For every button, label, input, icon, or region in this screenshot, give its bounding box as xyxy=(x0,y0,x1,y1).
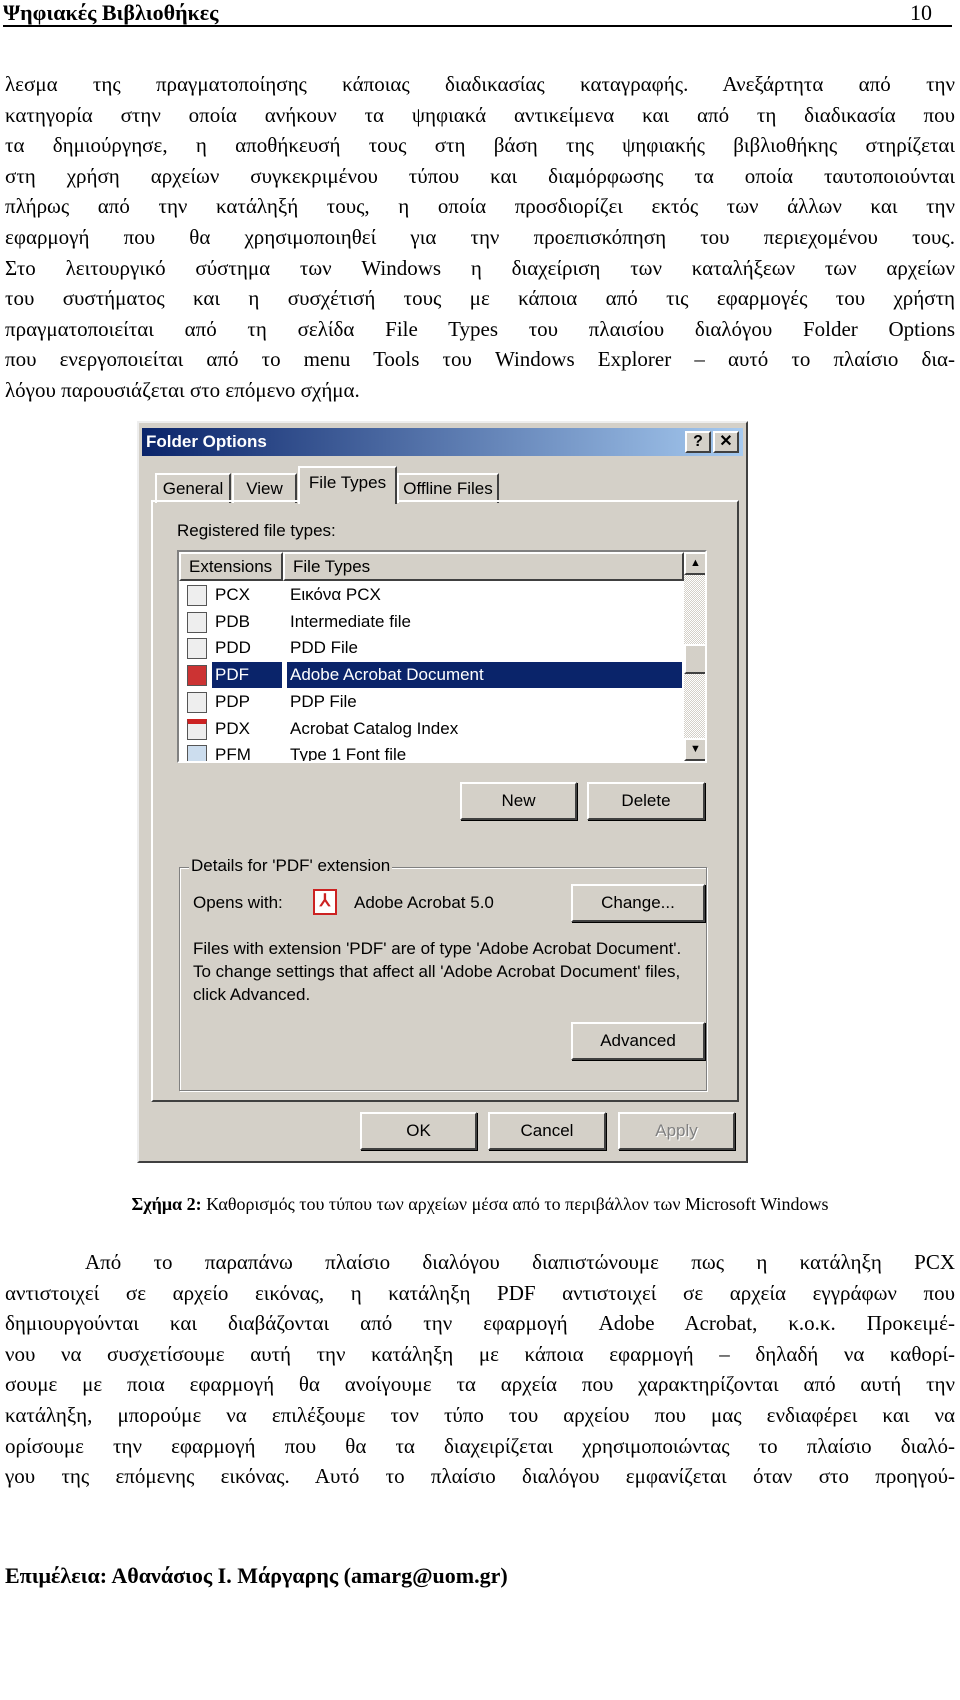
column-header-extensions[interactable]: Extensions xyxy=(179,552,283,581)
opens-with-app: Adobe Acrobat 5.0 xyxy=(354,893,494,912)
text-line: τα δημιούργησε, η αποθήκευσή τους στη βά… xyxy=(5,133,955,158)
text-line: Στο λειτουργικό σύστημα των Windows η δι… xyxy=(5,255,955,280)
extension: PDF xyxy=(212,662,282,688)
ok-button[interactable]: OK xyxy=(360,1112,477,1150)
registered-file-types-label: Registered file types: xyxy=(177,521,336,540)
text-line: λόγου παρουσιάζεται στο επόμενο σχήμα. xyxy=(5,377,360,402)
file-type: PDP File xyxy=(290,692,357,711)
tab-general[interactable]: General xyxy=(155,473,231,503)
caption-label: Σχήμα 2: xyxy=(131,1194,202,1214)
description-line: Files with extension 'PDF' are of type '… xyxy=(193,939,682,958)
tab-file-types[interactable]: File Types xyxy=(298,466,397,504)
scroll-thumb[interactable] xyxy=(684,644,705,674)
acrobat-icon: ⅄ xyxy=(313,889,337,915)
vertical-scrollbar[interactable]: ▲ ▼ xyxy=(684,552,705,761)
opens-with-label: Opens with: xyxy=(193,893,283,912)
tab-view[interactable]: View xyxy=(232,473,297,503)
tab-offline-files[interactable]: Offline Files xyxy=(397,473,499,503)
text-line: νου να συσχετίσουμε αυτή την κατάληξη με… xyxy=(5,1341,955,1366)
font-file-icon xyxy=(187,745,207,761)
dialog-title: Folder Options xyxy=(146,432,267,451)
dialog-title-bar: Folder Options ? ✕ xyxy=(142,428,743,456)
text-line: αντιστοιχεί σε αρχείο εικόνας, η κατάληξ… xyxy=(5,1280,955,1305)
caption-text: Καθορισμός του τύπου των αρχείων μέσα απ… xyxy=(201,1194,829,1214)
file-type: Acrobat Catalog Index xyxy=(290,719,459,738)
page-header: Ψηφιακές Βιβλιοθήκες 10 xyxy=(3,0,952,27)
details-label: Details for 'PDF' extension xyxy=(189,856,393,876)
acrobat-document-icon xyxy=(187,665,207,686)
paragraph-2: Από το παραπάνω πλαίσιο διαλόγου διαπιστ… xyxy=(5,1247,955,1492)
extension: PCX xyxy=(215,585,250,604)
text-line: στη χρήση αρχείων συγκεκριμένου τύπου κα… xyxy=(5,163,955,188)
file-type: Intermediate file xyxy=(290,612,411,631)
text-line: κατηγορία στην οποία ανήκουν τα ψηφιακά … xyxy=(5,102,955,127)
list-item[interactable]: PFM Type 1 Font file xyxy=(179,742,682,763)
file-type: Adobe Acrobat Document xyxy=(287,662,682,688)
description-line: click Advanced. xyxy=(193,985,311,1004)
list-item[interactable]: PDB Intermediate file xyxy=(179,609,682,635)
text-line: του συστήματος και η συσχέτισή τους με κ… xyxy=(5,286,955,311)
acrobat-file-icon xyxy=(187,692,207,713)
apply-button[interactable]: Apply xyxy=(618,1112,735,1150)
text-line: εφαρμογή που θα χρησιμοποιηθεί για την π… xyxy=(5,224,955,249)
page-number: 10 xyxy=(910,0,932,25)
delete-button[interactable]: Delete xyxy=(587,782,705,820)
text-line: πραγματοποιείται από τη σελίδα File Type… xyxy=(5,316,955,341)
generic-file-icon xyxy=(187,612,207,633)
extension: PDP xyxy=(215,692,250,711)
file-type: Type 1 Font file xyxy=(290,745,407,763)
list-item[interactable]: PDP PDP File xyxy=(179,689,682,715)
text-line: λεσμα της πραγματοποίησης κάποιας διαδικ… xyxy=(5,72,955,96)
folder-options-dialog: Folder Options ? ✕ General View File Typ… xyxy=(137,421,748,1163)
file-type: Εικόνα PCX xyxy=(290,585,381,604)
change-button[interactable]: Change... xyxy=(571,884,705,922)
page-footer: Επιμέλεια: Αθανάσιος Ι. Μάργαρης (amarg@… xyxy=(5,1563,508,1588)
text-line: πλήρως από την κατάληξή τους, η οποία πρ… xyxy=(5,194,955,219)
extension: PDD xyxy=(215,638,251,657)
checked-file-icon xyxy=(187,638,207,659)
text-line: δημιουργούνται και διαβάζονται από την ε… xyxy=(5,1311,955,1336)
list-item[interactable]: PCX Εικόνα PCX xyxy=(179,582,682,608)
text-line: γου της επόμενης εικόνας. Αυτό το πλαίσι… xyxy=(5,1464,955,1489)
list-item[interactable]: PDX Acrobat Catalog Index xyxy=(179,716,682,742)
advanced-button[interactable]: Advanced xyxy=(571,1022,705,1060)
scroll-up-icon[interactable]: ▲ xyxy=(684,552,705,575)
column-header-file-types[interactable]: File Types xyxy=(283,552,684,581)
close-button[interactable]: ✕ xyxy=(713,431,739,453)
file-type: PDD File xyxy=(290,638,359,657)
figure-caption: Σχήμα 2: Καθορισμός του τύπου των αρχείω… xyxy=(0,1194,960,1215)
text-line: σουμε με ποια εφαρμογή θα ανοίγουμε τα α… xyxy=(5,1372,955,1397)
text-line: ορίσουμε την εφαρμογή που θα τα διαχειρί… xyxy=(5,1433,955,1458)
paragraph-1: λεσμα της πραγματοποίησης κάποιας διαδικ… xyxy=(5,69,955,406)
extension: PFM xyxy=(215,745,251,763)
file-types-list[interactable]: Extensions File Types PCX Εικόνα PCX PDB I… xyxy=(177,550,707,763)
extension: PDX xyxy=(215,719,250,738)
text-line: που ενεργοποιείται από το menu Tools του… xyxy=(5,347,955,372)
text-line: Από το παραπάνω πλαίσιο διαλόγου διαπιστ… xyxy=(85,1250,955,1274)
list-item[interactable]: PDD PDD File xyxy=(179,635,682,661)
text-line: κατάληξη, μπορούμε να επιλέξουμε τον τύπ… xyxy=(5,1402,955,1427)
new-button[interactable]: New xyxy=(460,782,577,820)
catalog-index-icon xyxy=(187,719,207,740)
description-line: To change settings that affect all 'Adob… xyxy=(193,962,681,981)
cancel-button[interactable]: Cancel xyxy=(488,1112,606,1150)
header-title: Ψηφιακές Βιβλιοθήκες xyxy=(3,0,219,25)
scroll-down-icon[interactable]: ▼ xyxy=(684,738,705,761)
help-button[interactable]: ? xyxy=(685,431,711,453)
extension: PDB xyxy=(215,612,250,631)
list-item-selected[interactable]: PDF Adobe Acrobat Document xyxy=(179,662,682,688)
description: Files with extension 'PDF' are of type '… xyxy=(193,937,681,1006)
image-file-icon xyxy=(187,585,207,606)
